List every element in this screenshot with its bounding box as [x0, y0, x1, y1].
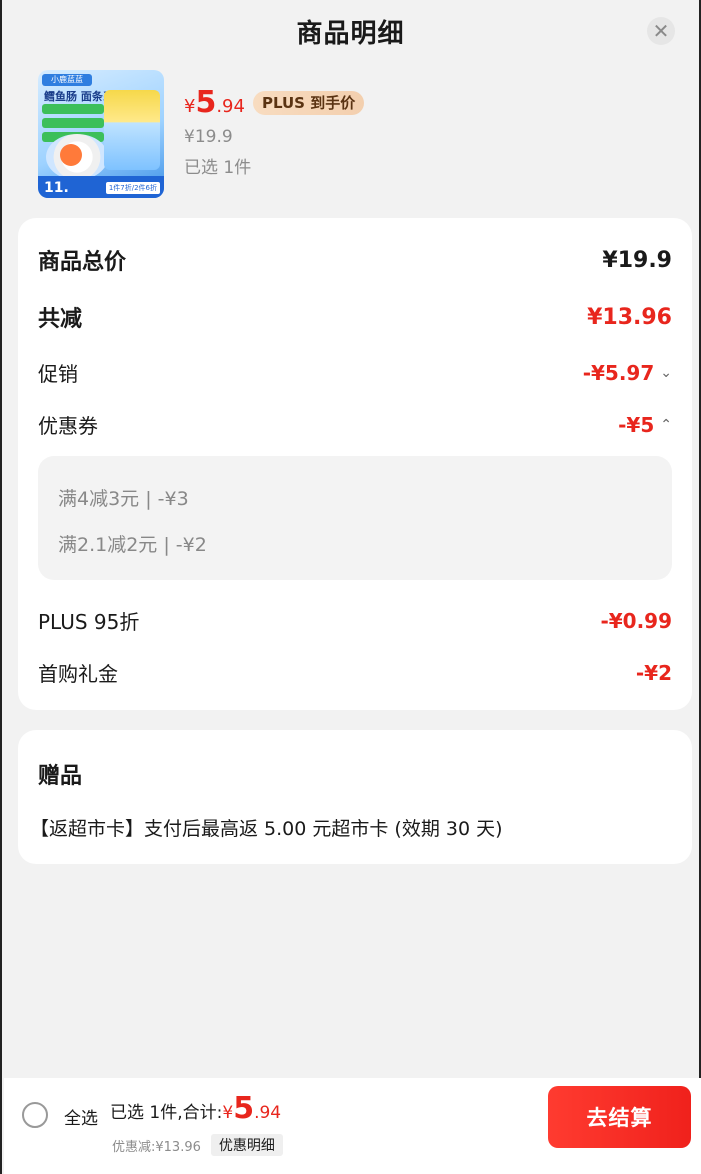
total-value: ¥19.9: [602, 247, 672, 273]
plus-discount-label: PLUS 95折: [38, 610, 140, 634]
checkout-bar: 全选 已选 1件,合计: ¥ 5 .94 优惠减:¥13.96 优惠明细 去结算: [4, 1078, 701, 1174]
thumbnail-promo: 1件7折/2件6折: [105, 182, 160, 194]
reduce-row: 共减 ¥13.96: [38, 301, 672, 333]
thumbnail-price-bar: 11. 1件7折/2件6折: [38, 176, 164, 198]
discount-amount: 优惠减:¥13.96: [112, 1139, 201, 1155]
coupon-value-wrap: -¥5 ⌃: [618, 413, 672, 437]
promo-label: 促销: [38, 362, 78, 386]
promo-value: -¥5.97: [582, 360, 655, 385]
thumbnail-badge: 小鹿蓝蓝: [42, 74, 92, 86]
discount-detail-button[interactable]: 优惠明细: [210, 1134, 283, 1156]
sum-integer: 5: [233, 1091, 255, 1126]
price-summary-card: 商品总价 ¥19.9 共减 ¥13.96 促销 -¥5.97 ⌄ 优惠券 -¥5…: [18, 218, 692, 710]
thumbnail-package: [104, 90, 160, 170]
sheet-header: 商品明细 ✕: [2, 0, 699, 62]
product-item: 小鹿蓝蓝 鳕鱼肠 面条系列 11. 1件7折/2件6折 ¥ 5 .94 PLUS…: [38, 70, 658, 200]
plus-discount-value: -¥0.99: [600, 608, 672, 633]
total-label: 商品总价: [38, 250, 127, 275]
reduce-value: ¥13.96: [587, 304, 672, 330]
sum-symbol: ¥: [222, 1103, 234, 1123]
plus-price-tag: PLUS 到手价: [252, 90, 365, 115]
gift-money-value: -¥2: [635, 660, 672, 685]
sum-decimal: .94: [254, 1103, 282, 1123]
checkout-button[interactable]: 去结算: [548, 1086, 691, 1148]
price-decimal: .94: [216, 96, 245, 117]
total-row: 商品总价 ¥19.9: [38, 244, 672, 276]
chevron-down-icon[interactable]: ⌄: [660, 365, 672, 381]
coupon-item: 满2.1减2元 | -¥2: [58, 534, 207, 556]
gift-text: 【返超市卡】支付后最高返 5.00 元超市卡 (效期 30 天): [30, 818, 503, 840]
gift-card: 赠品 【返超市卡】支付后最高返 5.00 元超市卡 (效期 30 天): [18, 730, 692, 864]
chevron-up-icon[interactable]: ⌃: [660, 417, 672, 433]
coupon-row[interactable]: 优惠券 -¥5 ⌃: [38, 410, 672, 439]
gift-money-row: 首购礼金 -¥2: [38, 658, 672, 687]
coupon-label: 优惠券: [38, 414, 98, 438]
coupon-value: -¥5: [618, 412, 655, 437]
select-all-radio[interactable]: [22, 1102, 48, 1128]
reduce-label: 共减: [38, 307, 83, 332]
thumbnail-flower: [60, 144, 82, 166]
sum-prefix: 已选 1件,合计:: [110, 1103, 223, 1123]
product-price: ¥ 5 .94 PLUS 到手价: [184, 85, 365, 120]
price-integer: 5: [195, 85, 217, 120]
thumbnail-tag: [42, 118, 104, 128]
promo-row[interactable]: 促销 -¥5.97 ⌄: [38, 358, 672, 387]
product-info: ¥ 5 .94 PLUS 到手价 ¥19.9 已选 1件: [184, 85, 365, 178]
selected-count: 已选 1件: [184, 157, 252, 178]
thumbnail-price: 11.: [44, 180, 69, 196]
promo-value-wrap: -¥5.97 ⌄: [583, 361, 672, 385]
thumbnail-tag: [42, 104, 104, 114]
gift-title: 赠品: [38, 764, 83, 789]
gift-money-label: 首购礼金: [38, 662, 118, 686]
price-symbol: ¥: [184, 96, 196, 117]
plus-discount-row: PLUS 95折 -¥0.99: [38, 606, 672, 635]
select-all-label[interactable]: 全选: [64, 1104, 98, 1129]
close-icon[interactable]: ✕: [647, 17, 675, 45]
product-detail-sheet: 商品明细 ✕ 小鹿蓝蓝 鳕鱼肠 面条系列 11. 1件7折/2件6折 ¥ 5 .…: [0, 0, 701, 1174]
sum-total: 已选 1件,合计: ¥ 5 .94: [110, 1094, 281, 1124]
coupon-list: 满4减3元 | -¥3 满2.1减2元 | -¥2: [38, 456, 672, 580]
discount-summary: 优惠减:¥13.96 优惠明细: [112, 1134, 283, 1156]
page-title: 商品明细: [296, 18, 405, 49]
coupon-item: 满4减3元 | -¥3: [58, 488, 189, 510]
original-price: ¥19.9: [184, 126, 233, 147]
product-thumbnail[interactable]: 小鹿蓝蓝 鳕鱼肠 面条系列 11. 1件7折/2件6折: [38, 70, 164, 198]
